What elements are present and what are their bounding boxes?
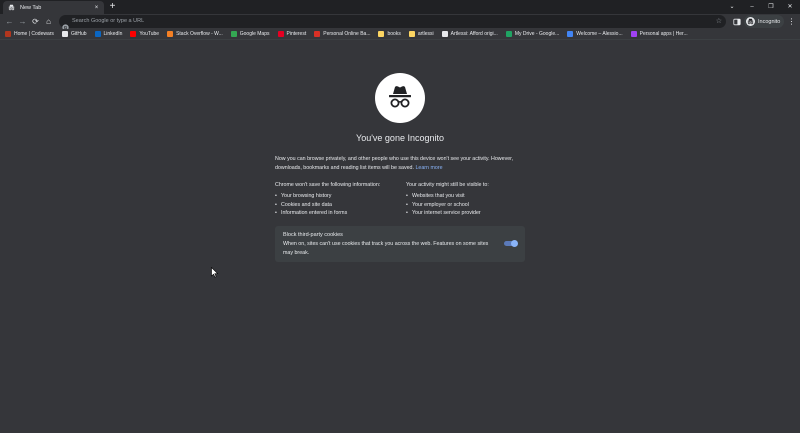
bookmark-label: Artlessi: Afford origi...: [450, 31, 498, 37]
bookmark-item[interactable]: Personal Online Ba...: [314, 31, 370, 37]
bookmark-item[interactable]: LinkedIn: [94, 31, 123, 37]
not-saved-section: Chrome won't save the following informat…: [275, 181, 405, 218]
bookmark-favicon-icon: [130, 31, 137, 37]
bookmark-item[interactable]: books: [378, 31, 401, 37]
bookmark-favicon-icon: [567, 31, 574, 37]
mouse-cursor-icon: [211, 267, 219, 278]
bookmark-favicon-icon: [505, 31, 512, 37]
back-button[interactable]: ←: [4, 16, 15, 27]
close-window-button[interactable]: ✕: [780, 0, 800, 14]
bookmark-item[interactable]: My Drive - Google...: [505, 31, 560, 37]
bookmark-item[interactable]: Welcome – Alessio...: [567, 31, 623, 37]
bookmark-favicon-icon: [167, 31, 174, 37]
profile-button[interactable]: Incognito: [744, 15, 785, 28]
third-party-cookies-card: Block third-party cookies When on, sites…: [275, 226, 525, 262]
visible-to-list: Websites that you visitYour employer or …: [406, 192, 536, 218]
bookmark-favicon-icon: [94, 31, 101, 37]
bookmark-item[interactable]: Stack Overflow - W...: [167, 31, 223, 37]
toolbar: ← → ⟳ ⌂ G Search Google or type a URL ☆ …: [0, 14, 800, 31]
bookmark-label: YouTube: [139, 31, 160, 37]
bookmark-label: Pinterest: [286, 31, 307, 37]
tab-search-icon[interactable]: ⌄: [722, 0, 742, 14]
bookmark-favicon-icon: [61, 31, 68, 37]
bookmark-favicon-icon: [5, 31, 11, 37]
cookie-title: Block third-party cookies: [283, 232, 343, 238]
bookmark-label: Home | Codewars: [14, 31, 54, 37]
intro-body: Now you can browse privately, and other …: [275, 156, 514, 171]
bookmark-label: Personal apps | Her...: [639, 31, 688, 37]
block-cookies-toggle[interactable]: [504, 240, 518, 247]
new-tab-button[interactable]: +: [107, 1, 118, 13]
incognito-avatar-icon: [746, 17, 755, 26]
bookmark-item[interactable]: Home | Codewars: [5, 31, 54, 37]
toggle-knob: [511, 240, 518, 247]
restore-button[interactable]: ❐: [761, 0, 781, 14]
list-item: Websites that you visit: [406, 192, 536, 201]
bookmark-favicon-icon: [314, 31, 321, 37]
omnibox-placeholder: Search Google or type a URL: [72, 18, 145, 24]
google-icon: G: [62, 18, 69, 31]
bookmark-favicon-icon: [408, 31, 415, 37]
bookmark-favicon-icon: [378, 31, 385, 37]
list-item: Information entered in forms: [275, 209, 405, 218]
bookmark-item[interactable]: Google Maps: [230, 31, 270, 37]
bookmark-item[interactable]: YouTube: [130, 31, 159, 37]
bookmark-item[interactable]: Pinterest: [277, 31, 307, 37]
bookmark-favicon-icon: [230, 31, 237, 37]
incognito-icon: [8, 4, 15, 11]
bookmark-label: artlessi: [417, 31, 434, 37]
bookmark-item[interactable]: artlessi: [408, 31, 434, 37]
star-icon[interactable]: ☆: [716, 15, 722, 28]
bookmark-label: Stack Overflow - W...: [176, 31, 223, 37]
bookmark-favicon-icon: [630, 31, 637, 37]
not-saved-list: Your browsing historyCookies and site da…: [275, 192, 405, 218]
tab-strip: New Tab × + ⌄ – ❐ ✕: [0, 0, 800, 14]
profile-label: Incognito: [758, 18, 781, 25]
menu-icon[interactable]: ⋮: [787, 16, 796, 27]
omnibox[interactable]: G Search Google or type a URL ☆: [59, 15, 726, 31]
bookmark-label: LinkedIn: [103, 31, 123, 37]
bookmark-item[interactable]: Artlessi: Afford origi...: [441, 31, 498, 37]
bookmark-favicon-icon: [277, 31, 284, 37]
bookmark-favicon-icon: [441, 31, 448, 37]
tab-new-tab[interactable]: New Tab ×: [3, 1, 104, 14]
learn-more-link[interactable]: Learn more: [415, 165, 442, 171]
incognito-page: You've gone Incognito Now you can browse…: [0, 41, 800, 433]
forward-button[interactable]: →: [17, 16, 28, 27]
visible-to-section: Your activity might still be visible to:…: [406, 181, 536, 218]
bookmark-item[interactable]: GitHub: [61, 31, 87, 37]
tab-title: New Tab: [20, 4, 42, 11]
close-icon[interactable]: ×: [92, 5, 101, 11]
not-saved-heading: Chrome won't save the following informat…: [275, 182, 381, 188]
bookmark-label: Google Maps: [239, 31, 270, 37]
bookmark-label: books: [387, 31, 401, 37]
page-title: You've gone Incognito: [356, 133, 444, 143]
side-panel-icon[interactable]: [731, 16, 742, 27]
incognito-icon: [375, 73, 425, 123]
list-item: Cookies and site data: [275, 201, 405, 210]
cookie-description: When on, sites can't use cookies that tr…: [283, 241, 489, 256]
bookmarks-bar: Home | Codewars GitHub LinkedIn YouTube Stac…: [0, 29, 800, 40]
minimize-button[interactable]: –: [742, 0, 762, 14]
list-item: Your internet service provider: [406, 209, 536, 218]
bookmark-label: Personal Online Ba...: [323, 31, 371, 37]
intro-text: Now you can browse privately, and other …: [275, 155, 525, 173]
home-button[interactable]: ⌂: [43, 16, 54, 27]
visible-to-heading: Your activity might still be visible to:: [406, 182, 489, 188]
bookmark-label: GitHub: [70, 31, 87, 37]
reload-button[interactable]: ⟳: [30, 16, 41, 27]
bookmark-label: Welcome – Alessio...: [576, 31, 623, 37]
bookmark-item[interactable]: Personal apps | Her...: [630, 31, 688, 37]
list-item: Your employer or school: [406, 201, 536, 210]
bookmark-label: My Drive - Google...: [514, 31, 560, 37]
list-item: Your browsing history: [275, 192, 405, 201]
